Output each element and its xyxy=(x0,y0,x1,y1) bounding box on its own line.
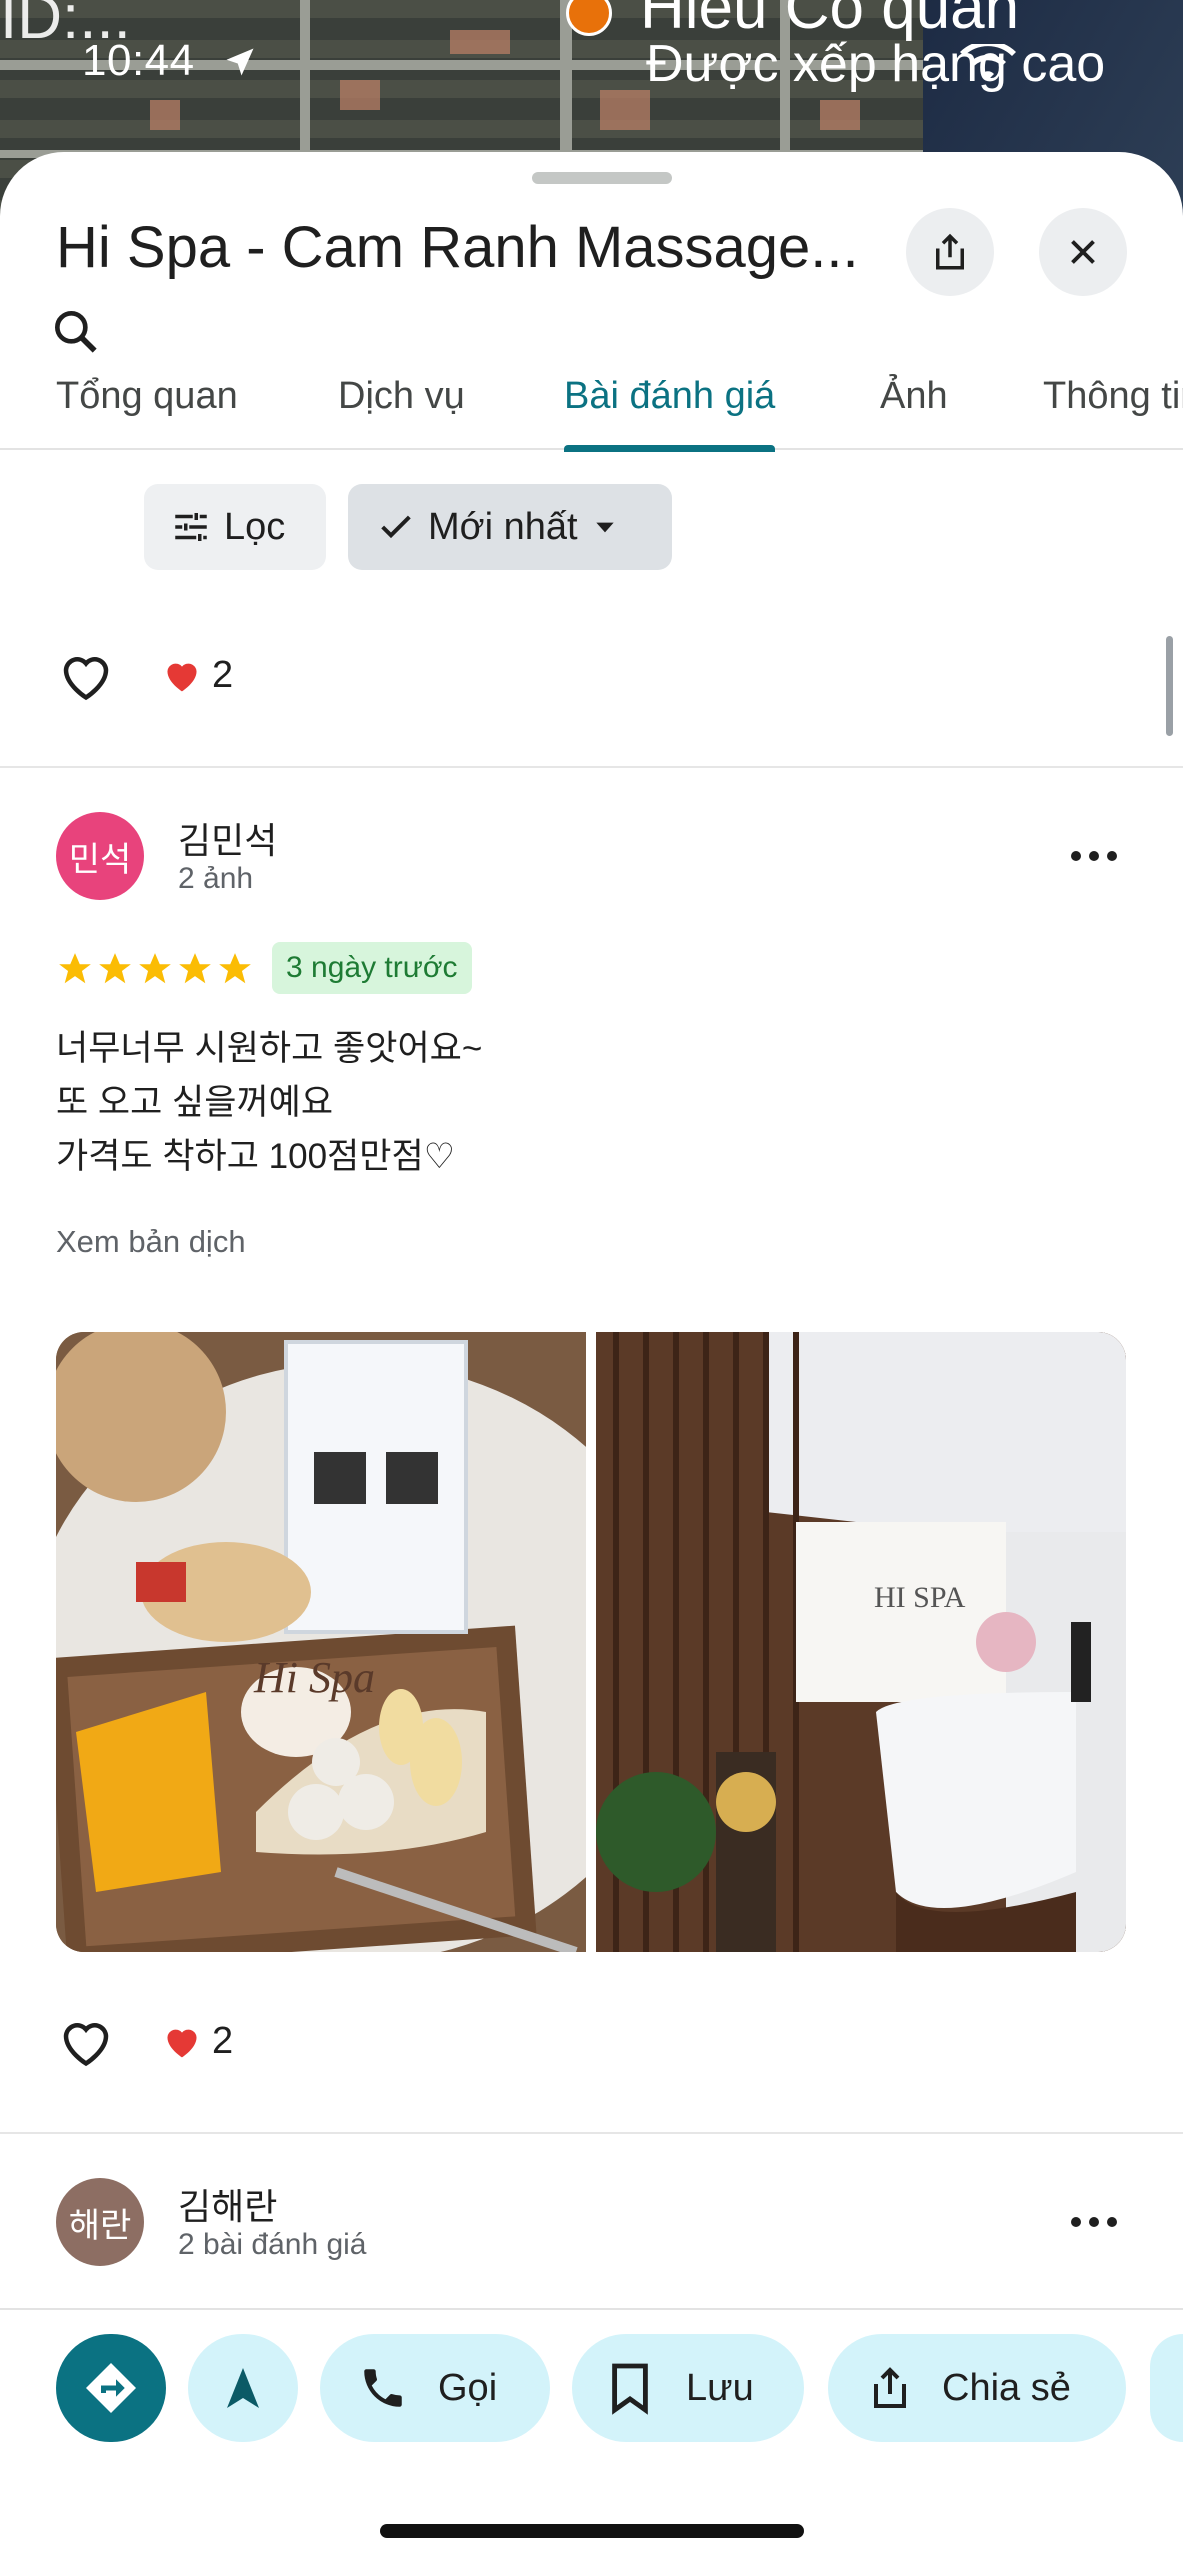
start-navigation-button[interactable] xyxy=(188,2334,298,2442)
red-heart-icon xyxy=(167,663,197,692)
filter-label: Lọc xyxy=(224,505,286,548)
avatar[interactable]: 민석 xyxy=(56,812,144,900)
save-button[interactable]: Lưu xyxy=(572,2334,804,2442)
share-icon xyxy=(936,233,964,270)
more-options-button[interactable] xyxy=(1064,2192,1124,2252)
star-icon xyxy=(179,953,211,984)
more-vert-icon xyxy=(1071,2217,1117,2227)
place-title: Hi Spa - Cam Ranh Massage... xyxy=(56,215,859,280)
reaction-count: 2 xyxy=(212,653,234,696)
review-text-line: 또 오고 싶을꺼예요 xyxy=(56,1083,334,1122)
photo1-lettering: Hi Spa xyxy=(253,1653,375,1702)
share-button[interactable] xyxy=(906,208,994,296)
bookmark-icon xyxy=(612,2363,648,2415)
directions-button[interactable] xyxy=(56,2334,166,2442)
tab-reviews[interactable]: Bài đánh giá xyxy=(564,358,776,452)
time-badge: 3 ngày trước xyxy=(272,942,472,994)
check-icon xyxy=(381,515,411,539)
location-arrow-icon xyxy=(226,48,254,76)
like-heart-icon[interactable] xyxy=(56,647,116,703)
status-time: 10:44 xyxy=(82,36,195,85)
reviewer-meta: 2 bài đánh giá xyxy=(178,2228,367,2261)
star-icon xyxy=(219,953,251,984)
like-heart-icon[interactable] xyxy=(56,2013,116,2069)
call-button[interactable]: Gọi xyxy=(320,2334,550,2442)
filter-chip[interactable]: Lọc xyxy=(144,484,326,570)
star-icon xyxy=(139,953,171,984)
phone-icon xyxy=(364,2369,402,2407)
spa-tray-image: Hi Spa xyxy=(56,1332,586,1952)
prev-review-reactions: 2 xyxy=(56,640,233,710)
search-icon[interactable] xyxy=(48,304,104,360)
close-icon xyxy=(1071,240,1095,264)
share-action-button[interactable]: Chia sẻ xyxy=(828,2334,1126,2442)
close-button[interactable] xyxy=(1039,208,1127,296)
avatar[interactable]: 해란 xyxy=(56,2178,144,2266)
spa-reception-image: HI SPA xyxy=(596,1332,1126,1952)
share-icon xyxy=(874,2367,906,2408)
review-text-line: 너무너무 시원하고 좋앗어요~ xyxy=(56,1029,483,1068)
tune-icon xyxy=(175,513,207,541)
tab-info[interactable]: Thông tin xyxy=(1043,358,1183,450)
more-actions-button[interactable] xyxy=(1150,2334,1183,2442)
tab-services[interactable]: Dịch vụ xyxy=(338,358,465,450)
star-rating xyxy=(56,950,254,988)
map-label-rank: Được xếp hạng cao xyxy=(646,35,1106,93)
drag-handle[interactable] xyxy=(532,172,672,184)
sort-chip[interactable]: Mới nhất xyxy=(348,484,672,570)
share-label: Chia sẻ xyxy=(942,2366,1071,2409)
tab-photos[interactable]: Ảnh xyxy=(880,358,948,450)
wifi-icon xyxy=(960,44,1016,80)
navigation-arrow-icon xyxy=(227,2368,259,2408)
call-label: Gọi xyxy=(438,2366,498,2409)
dropdown-arrow-icon xyxy=(595,522,614,533)
home-indicator xyxy=(380,2524,804,2538)
divider xyxy=(0,766,1183,768)
photo2-lettering: HI SPA xyxy=(874,1581,966,1614)
tab-overview[interactable]: Tổng quan xyxy=(56,358,238,450)
sort-label: Mới nhất xyxy=(428,505,578,548)
reaction-count: 2 xyxy=(212,2019,234,2062)
tab-active-indicator xyxy=(564,445,776,452)
translate-link[interactable]: Xem bản dịch xyxy=(56,1224,246,1260)
scrollbar[interactable] xyxy=(1166,636,1173,736)
restaurant-pin-icon[interactable] xyxy=(566,0,612,36)
reviewer-meta: 2 ảnh xyxy=(178,862,254,895)
review-photo[interactable]: HI SPA xyxy=(596,1332,1126,1952)
review-reactions: 2 xyxy=(56,2006,233,2076)
tab-bar: Tổng quan Dịch vụ Bài đánh giá Ảnh Thông… xyxy=(0,358,1183,452)
save-label: Lưu xyxy=(686,2366,754,2409)
reviewer-name[interactable]: 김해란 xyxy=(178,2178,277,2230)
directions-icon xyxy=(86,2363,136,2413)
red-heart-icon xyxy=(167,2029,197,2058)
more-vert-icon xyxy=(1071,851,1117,861)
star-icon xyxy=(99,953,131,984)
review-text-line: 가격도 착하고 100점만점♡ xyxy=(56,1137,456,1176)
reviewer-name[interactable]: 김민석 xyxy=(178,812,277,864)
divider xyxy=(0,2132,1183,2134)
more-options-button[interactable] xyxy=(1064,826,1124,886)
review-photo[interactable]: Hi Spa xyxy=(56,1332,586,1952)
star-icon xyxy=(59,953,91,984)
